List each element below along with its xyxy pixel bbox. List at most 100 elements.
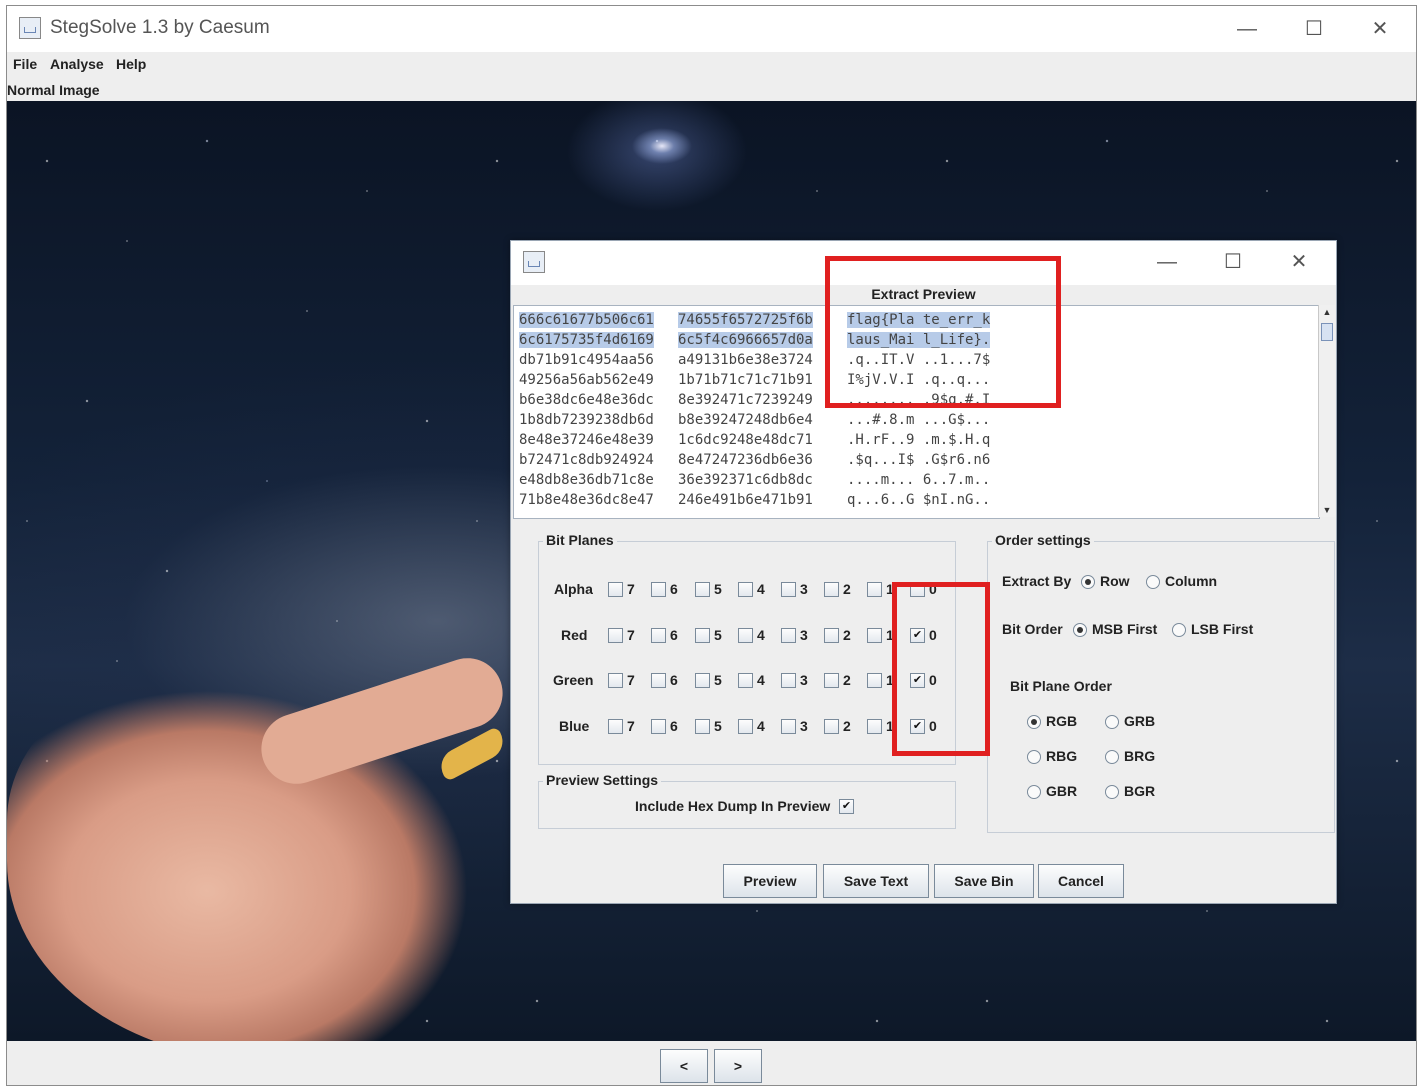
green-bit-5-checkbox[interactable] bbox=[695, 673, 710, 688]
extract-by-column-label[interactable]: Column bbox=[1165, 573, 1217, 589]
bit-plane-row-green: Green bbox=[553, 672, 594, 688]
green-bit-4-checkbox[interactable] bbox=[738, 673, 753, 688]
bit-label: 7 bbox=[627, 672, 635, 688]
dialog-minimize-button[interactable]: — bbox=[1147, 247, 1187, 277]
menu-bar: File Analyse Help bbox=[7, 52, 1416, 78]
java-app-icon bbox=[523, 251, 545, 273]
hex-column-2: 1c6dc9248e48dc71 bbox=[678, 432, 813, 448]
msb-first-radio[interactable] bbox=[1073, 623, 1087, 637]
blue-bit-1-checkbox[interactable] bbox=[867, 719, 882, 734]
bgr-radio[interactable] bbox=[1105, 785, 1119, 799]
hex-column-1: b72471c8db924924 bbox=[519, 452, 654, 468]
hex-column-1: 1b8db7239238db6d bbox=[519, 412, 654, 428]
grb-radio[interactable] bbox=[1105, 715, 1119, 729]
hex-column-2: 1b71b71c71c71b91 bbox=[678, 372, 813, 388]
preview-button[interactable]: Preview bbox=[723, 864, 817, 898]
green-bit-7-checkbox[interactable] bbox=[608, 673, 623, 688]
red-bit-7-checkbox[interactable] bbox=[608, 628, 623, 643]
blue-bit-3-checkbox[interactable] bbox=[781, 719, 796, 734]
rbg-label[interactable]: RBG bbox=[1046, 748, 1077, 764]
include-hex-checkbox[interactable]: ✔ bbox=[839, 799, 854, 814]
extract-by-row-radio[interactable] bbox=[1081, 575, 1095, 589]
close-button[interactable]: ✕ bbox=[1360, 14, 1400, 44]
alpha-bit-4-checkbox[interactable] bbox=[738, 582, 753, 597]
alpha-bit-6-checkbox[interactable] bbox=[651, 582, 666, 597]
dialog-close-button[interactable]: ✕ bbox=[1279, 247, 1319, 277]
menu-help[interactable]: Help bbox=[116, 56, 146, 72]
bit-label: 2 bbox=[843, 718, 851, 734]
dialog-maximize-button[interactable]: ☐ bbox=[1213, 247, 1253, 277]
bit-label: 2 bbox=[843, 627, 851, 643]
scroll-down-arrow-icon[interactable]: ▼ bbox=[1319, 503, 1335, 517]
bit-label: 7 bbox=[627, 718, 635, 734]
bit-label: 4 bbox=[757, 672, 765, 688]
rgb-radio[interactable] bbox=[1027, 715, 1041, 729]
scroll-up-arrow-icon[interactable]: ▲ bbox=[1319, 305, 1335, 319]
minimize-button[interactable]: — bbox=[1227, 14, 1267, 44]
extract-by-label: Extract By bbox=[1002, 573, 1072, 589]
hex-line: b72471c8db924924 8e47247236db6e36 .$q...I$… bbox=[514, 452, 1319, 472]
blue-bit-4-checkbox[interactable] bbox=[738, 719, 753, 734]
red-bit-3-checkbox[interactable] bbox=[781, 628, 796, 643]
alpha-bit-1-checkbox[interactable] bbox=[867, 582, 882, 597]
hex-column-2: 246e491b6e471b91 bbox=[678, 492, 813, 508]
cancel-button[interactable]: Cancel bbox=[1038, 864, 1124, 898]
menu-analyse[interactable]: Analyse bbox=[50, 56, 104, 72]
prev-button[interactable]: < bbox=[660, 1049, 708, 1083]
bit-plane-row-blue: Blue bbox=[559, 718, 590, 734]
bit-label: 3 bbox=[800, 581, 808, 597]
save-bin-button[interactable]: Save Bin bbox=[934, 864, 1034, 898]
bit-label: 6 bbox=[670, 581, 678, 597]
scroll-thumb[interactable] bbox=[1321, 323, 1333, 341]
blue-bit-6-checkbox[interactable] bbox=[651, 719, 666, 734]
green-bit-2-checkbox[interactable] bbox=[824, 673, 839, 688]
alpha-bit-7-checkbox[interactable] bbox=[608, 582, 623, 597]
blue-bit-2-checkbox[interactable] bbox=[824, 719, 839, 734]
rbg-radio[interactable] bbox=[1027, 750, 1041, 764]
bit-plane-row-alpha: Alpha bbox=[554, 581, 593, 597]
preview-scrollbar[interactable]: ▲ ▼ bbox=[1318, 305, 1335, 517]
lsb-first-radio[interactable] bbox=[1172, 623, 1186, 637]
maximize-button[interactable]: ☐ bbox=[1294, 14, 1334, 44]
hex-column-2: a49131b6e38e3724 bbox=[678, 352, 813, 368]
red-bit-2-checkbox[interactable] bbox=[824, 628, 839, 643]
next-button[interactable]: > bbox=[714, 1049, 762, 1083]
brg-radio[interactable] bbox=[1105, 750, 1119, 764]
blue-bit-7-checkbox[interactable] bbox=[608, 719, 623, 734]
alpha-bit-5-checkbox[interactable] bbox=[695, 582, 710, 597]
menu-file[interactable]: File bbox=[13, 56, 37, 72]
gbr-radio[interactable] bbox=[1027, 785, 1041, 799]
alpha-bit-2-checkbox[interactable] bbox=[824, 582, 839, 597]
save-text-button[interactable]: Save Text bbox=[823, 864, 929, 898]
include-hex-label: Include Hex Dump In Preview bbox=[635, 798, 831, 814]
red-bit-4-checkbox[interactable] bbox=[738, 628, 753, 643]
bit-label: 6 bbox=[670, 672, 678, 688]
extract-by-column-radio[interactable] bbox=[1146, 575, 1160, 589]
extract-by-row-label[interactable]: Row bbox=[1100, 573, 1130, 589]
bgr-label[interactable]: BGR bbox=[1124, 783, 1155, 799]
msb-first-label[interactable]: MSB First bbox=[1092, 621, 1157, 637]
lsb-first-label[interactable]: LSB First bbox=[1191, 621, 1253, 637]
green-bit-6-checkbox[interactable] bbox=[651, 673, 666, 688]
red-bit-5-checkbox[interactable] bbox=[695, 628, 710, 643]
brg-label[interactable]: BRG bbox=[1124, 748, 1155, 764]
hex-column-2: 8e392471c7239249 bbox=[678, 392, 813, 408]
red-bit-1-checkbox[interactable] bbox=[867, 628, 882, 643]
alpha-bit-3-checkbox[interactable] bbox=[781, 582, 796, 597]
hex-column-1: 49256a56ab562e49 bbox=[519, 372, 654, 388]
blue-bit-5-checkbox[interactable] bbox=[695, 719, 710, 734]
green-bit-3-checkbox[interactable] bbox=[781, 673, 796, 688]
hex-column-1: 8e48e37246e48e39 bbox=[519, 432, 654, 448]
rgb-label[interactable]: RGB bbox=[1046, 713, 1077, 729]
hex-line: 8e48e37246e48e39 1c6dc9248e48dc71 .H.rF..9… bbox=[514, 432, 1319, 452]
green-bit-1-checkbox[interactable] bbox=[867, 673, 882, 688]
bit0-highlight-box bbox=[892, 582, 990, 756]
bit-plane-order-label: Bit Plane Order bbox=[1010, 678, 1112, 694]
bit-planes-title: Bit Planes bbox=[543, 532, 617, 548]
hex-column-2: 74655f6572725f6b bbox=[678, 312, 813, 328]
hex-column-1: e48db8e36db71c8e bbox=[519, 472, 654, 488]
gbr-label[interactable]: GBR bbox=[1046, 783, 1077, 799]
grb-label[interactable]: GRB bbox=[1124, 713, 1155, 729]
hex-column-2: 8e47247236db6e36 bbox=[678, 452, 813, 468]
red-bit-6-checkbox[interactable] bbox=[651, 628, 666, 643]
